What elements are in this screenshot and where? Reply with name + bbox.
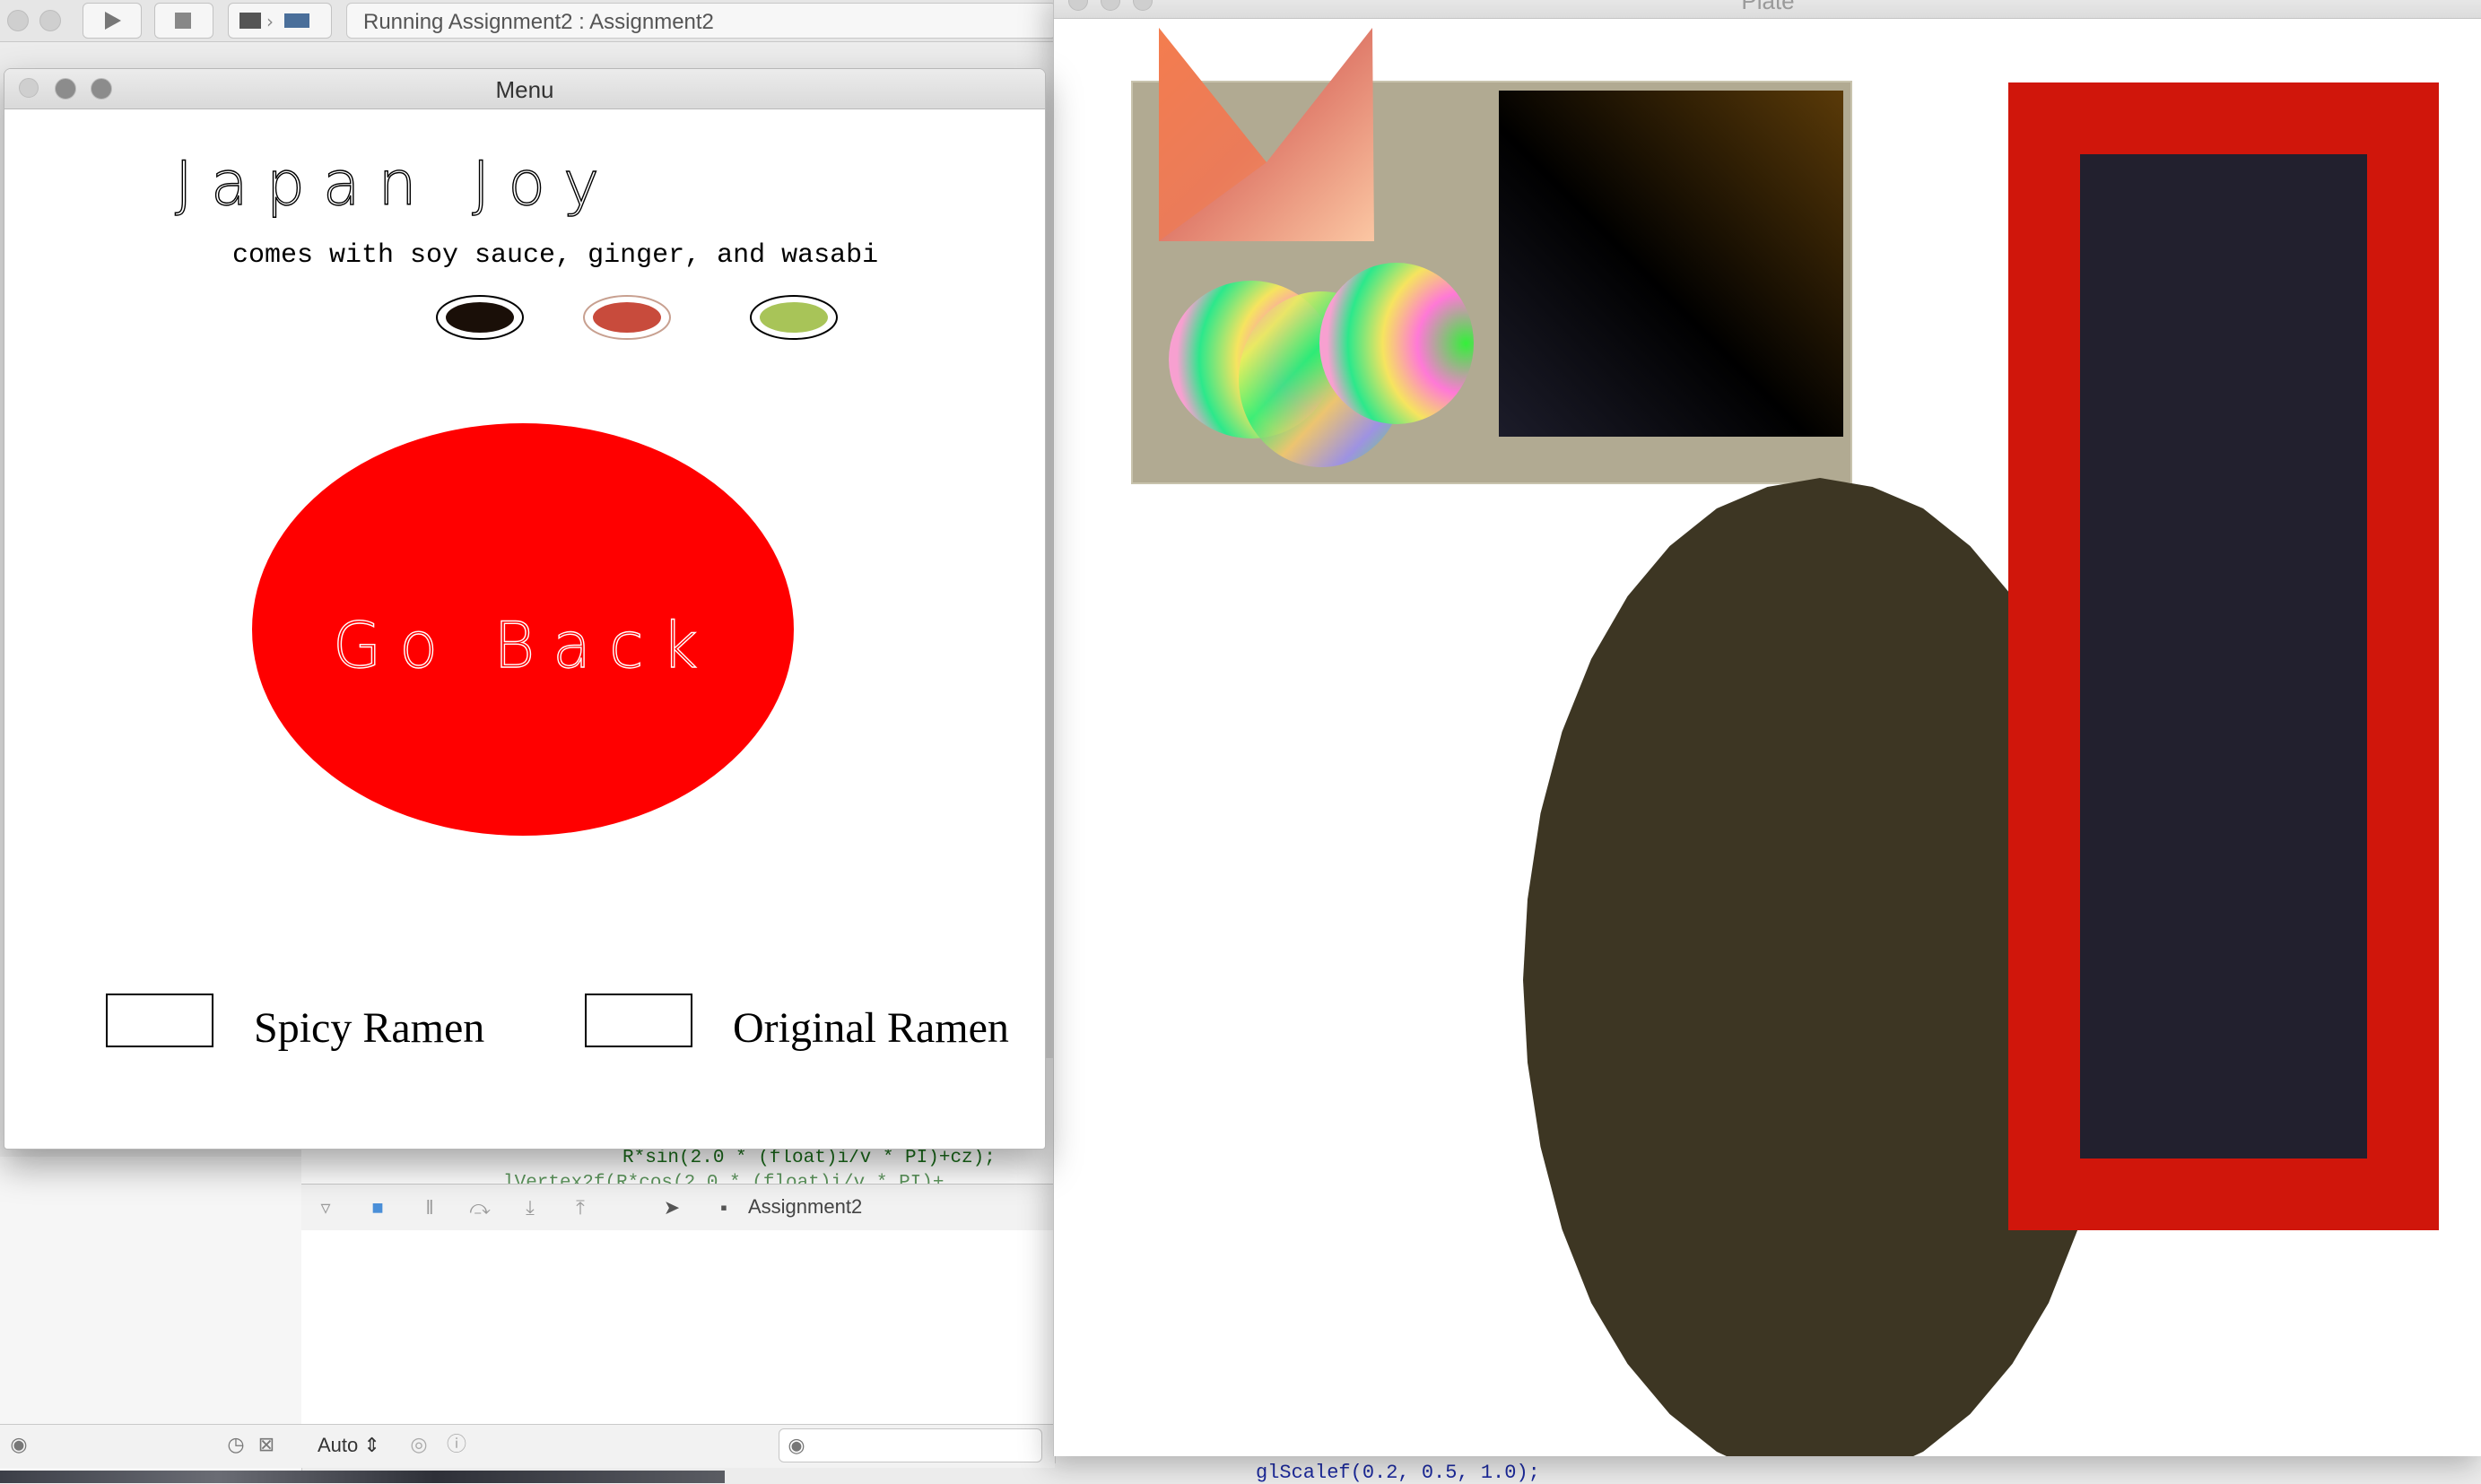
- trash-icon[interactable]: ⊠: [255, 1434, 278, 1455]
- activity-status-text: Running Assignment2 : Assignment2: [363, 10, 714, 34]
- plate-titlebar: Plate: [1054, 0, 2481, 19]
- close-dot-icon[interactable]: [7, 10, 29, 31]
- original-ramen-label: Original Ramen: [733, 1004, 1009, 1052]
- spicy-ramen-label: Spicy Ramen: [254, 1004, 484, 1052]
- menu-subtitle: comes with soy sauce, ginger, and wasabi: [232, 240, 878, 271]
- go-back-button[interactable]: Go Back: [252, 423, 794, 836]
- sushi-piece: [1319, 263, 1474, 424]
- condiment-ginger[interactable]: [583, 295, 671, 340]
- pause-icon[interactable]: ‖: [418, 1197, 441, 1219]
- original-ramen-checkbox[interactable]: [585, 994, 692, 1047]
- debug-bottom-bar: ◉ ◷ ⊠ Auto ⇕ ◎ ⓘ ◉: [0, 1424, 1055, 1468]
- clock-icon[interactable]: ◷: [224, 1434, 248, 1455]
- debug-target-label: Assignment2: [748, 1195, 863, 1218]
- auto-select-label: Auto: [318, 1434, 359, 1456]
- auto-select[interactable]: Auto ⇕: [318, 1434, 380, 1457]
- eye-icon[interactable]: ◎: [407, 1434, 431, 1455]
- filter-icon[interactable]: ◉: [7, 1434, 30, 1455]
- menu-heading: Japan Joy: [175, 149, 617, 220]
- plate-window: Plate: [1053, 0, 2481, 1456]
- location-icon[interactable]: ➤: [660, 1197, 683, 1219]
- menu-canvas: Japan Joy comes with soy sauce, ginger, …: [106, 148, 1009, 1052]
- stop-icon: [175, 13, 191, 29]
- spicy-ramen-checkbox[interactable]: [106, 994, 213, 1047]
- stop-button[interactable]: [154, 3, 213, 39]
- window-title: Plate: [1741, 0, 1795, 14]
- filter-input[interactable]: ◉: [779, 1428, 1042, 1462]
- svg-text:›: ›: [266, 11, 274, 32]
- activity-view: Running Assignment2 : Assignment2: [346, 3, 1057, 39]
- desktop-background: [0, 1471, 725, 1483]
- target-icon: ▪: [720, 1196, 727, 1219]
- minimize-dot-icon[interactable]: [39, 10, 61, 31]
- info-icon[interactable]: ⓘ: [445, 1434, 468, 1455]
- scheme-icon: ›: [239, 11, 309, 32]
- step-over-icon[interactable]: ⤼: [468, 1197, 492, 1219]
- condiment-soy-sauce[interactable]: [436, 295, 524, 340]
- step-into-icon[interactable]: ⤓: [518, 1197, 542, 1219]
- play-icon: [105, 12, 121, 30]
- debug-bar: ▿ ■ ‖ ⤼ ⤓ ⤒ ➤ ▪ Assignment2: [301, 1184, 1055, 1232]
- run-button[interactable]: [83, 3, 142, 39]
- xcode-toolbar: › Running Assignment2 : Assignment2: [0, 0, 1058, 42]
- breakpoint-icon[interactable]: ■: [366, 1197, 389, 1219]
- hide-debug-icon[interactable]: ▿: [314, 1197, 337, 1219]
- step-out-icon[interactable]: ⤒: [569, 1197, 592, 1219]
- condiment-wasabi[interactable]: [750, 295, 838, 340]
- filter-search-icon: ◉: [788, 1434, 805, 1456]
- code-line: R*sin(2.0 * (float)i/v * PI)+cz);: [622, 1148, 996, 1168]
- dark-box: [1499, 91, 1843, 437]
- menu-titlebar: Menu: [4, 69, 1045, 109]
- scheme-selector[interactable]: ›: [228, 3, 332, 39]
- chopstick-mat-inner: [2080, 154, 2367, 1159]
- menu-window: Menu Japan Joy comes with soy sauce, gin…: [4, 68, 1046, 1150]
- window-title: Menu: [495, 76, 554, 103]
- plate-canvas: [1131, 28, 2439, 1456]
- code-line: glScalef(0.2, 0.5, 1.0);: [1256, 1462, 1540, 1484]
- go-back-label: Go Back: [333, 609, 716, 682]
